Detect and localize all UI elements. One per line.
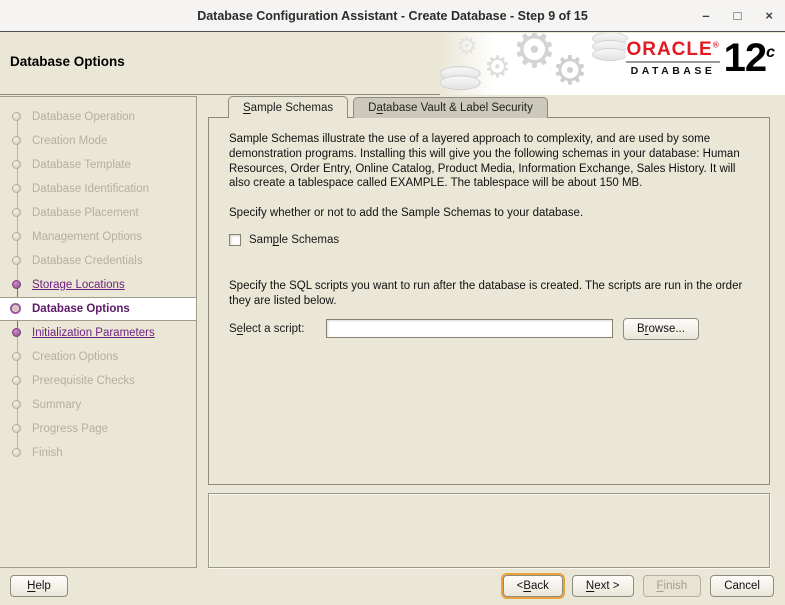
step-label: Database Identification: [32, 183, 149, 195]
close-icon[interactable]: ×: [765, 0, 773, 32]
select-script-label: Select a script:: [229, 322, 305, 335]
step-label: Prerequisite Checks: [32, 375, 135, 387]
window-titlebar: Database Configuration Assistant - Creat…: [0, 0, 785, 32]
sidebar-steps: Database Operation Creation Mode Database …: [0, 97, 196, 465]
page-title: Database Options: [10, 54, 125, 69]
sample-schemas-checkbox-row[interactable]: Sample Schemas: [229, 233, 340, 246]
step-label: Finish: [32, 447, 63, 459]
version-12c: 12c: [723, 36, 775, 81]
sidebar-step-database-operation: Database Operation: [0, 105, 196, 129]
step-label: Creation Mode: [32, 135, 108, 147]
sample-schemas-panel: Sample Schemas illustrate the use of a l…: [208, 117, 770, 485]
sidebar-step-database-identification: Database Identification: [0, 177, 196, 201]
window-title: Database Configuration Assistant - Creat…: [197, 8, 588, 23]
gear-icon: ⚙: [484, 51, 511, 84]
help-button[interactable]: Help: [10, 575, 68, 597]
step-bullet-icon: [12, 256, 21, 265]
database-cylinder-icon: [592, 33, 628, 61]
step-bullet-icon: [12, 448, 21, 457]
step-bullet-icon: [12, 160, 21, 169]
sidebar-step-creation-mode: Creation Mode: [0, 129, 196, 153]
step-label: Creation Options: [32, 351, 119, 363]
sidebar-step-storage-locations[interactable]: Storage Locations: [0, 273, 196, 297]
sidebar-step-database-template: Database Template: [0, 153, 196, 177]
sample-schemas-checkbox[interactable]: [229, 233, 241, 246]
options-tabbar: Sample Schemas Da tabase Vault & Label Se…: [228, 96, 548, 118]
sidebar-step-database-options: Database Options: [0, 297, 196, 321]
step-label: Database Credentials: [32, 255, 143, 267]
message-area: [208, 493, 770, 568]
step-bullet-icon: [10, 303, 21, 314]
logo-divider: [626, 61, 720, 63]
tab-sample-schemas[interactable]: Sample Schemas: [228, 96, 349, 118]
cancel-button[interactable]: Cancel: [710, 575, 774, 597]
step-label: Summary: [32, 399, 82, 411]
step-bullet-icon: [12, 376, 21, 385]
step-bullet-icon: [12, 136, 21, 145]
step-label: Initialization Parameters: [32, 327, 155, 339]
step-bullet-icon: [12, 232, 21, 241]
sidebar-step-progress-page: Progress Page: [0, 417, 196, 441]
wizard-footer: Help < Back Next > Finish Cancel: [0, 568, 785, 605]
step-label: Progress Page: [32, 423, 109, 435]
scripts-description: Specify the SQL scripts you want to run …: [229, 279, 743, 307]
gear-icon: ⚙: [512, 33, 557, 78]
database-wordmark: DATABASE: [630, 65, 716, 77]
wizard-header: Database Options ⚙ ⚙ ⚙ ⚙ ORACLE® DATABAS…: [0, 33, 785, 95]
finish-button: Finish: [642, 575, 702, 597]
minimize-icon[interactable]: –: [702, 0, 709, 32]
database-cylinder-icon: [440, 66, 481, 91]
sample-schemas-checkbox-label: Sample Schemas: [249, 233, 340, 246]
step-bullet-icon: [12, 352, 21, 361]
sidebar-step-creation-options: Creation Options: [0, 345, 196, 369]
oracle-wordmark: ORACLE®: [626, 39, 720, 60]
step-label: Database Placement: [32, 207, 139, 219]
tab-database-vault-label-security[interactable]: Da tabase Vault & Label Security: [353, 97, 548, 118]
step-label: Management Options: [32, 231, 142, 243]
sidebar-step-database-placement: Database Placement: [0, 201, 196, 225]
next-button[interactable]: Next >: [571, 575, 634, 597]
wizard-steps-sidebar: Database Operation Creation Mode Database …: [0, 96, 197, 568]
sidebar-step-finish: Finish: [0, 441, 196, 465]
script-path-input[interactable]: [326, 319, 613, 339]
step-bullet-icon: [12, 280, 21, 289]
window-controls: – □ ×: [702, 0, 773, 32]
sidebar-step-prerequisite-checks: Prerequisite Checks: [0, 369, 196, 393]
sample-schemas-description: Sample Schemas illustrate the use of a l…: [229, 133, 740, 190]
step-bullet-icon: [12, 112, 21, 121]
select-script-row: Select a script: Br owse...: [229, 317, 749, 340]
step-label: Database Template: [32, 159, 131, 171]
sample-schemas-instruction: Specify whether or not to add the Sample…: [229, 207, 584, 220]
step-bullet-icon: [12, 400, 21, 409]
sidebar-step-summary: Summary: [0, 393, 196, 417]
sidebar-step-database-credentials: Database Credentials: [0, 249, 196, 273]
gear-icon: ⚙: [552, 49, 588, 93]
brand-graphic-area: ⚙ ⚙ ⚙ ⚙ ORACLE® DATABASE 12c: [440, 33, 785, 95]
step-bullet-icon: [12, 328, 21, 337]
navigation-buttons: < Back Next > Finish Cancel: [502, 575, 774, 597]
browse-button[interactable]: Br owse...: [623, 317, 699, 340]
step-bullet-icon: [12, 208, 21, 217]
gear-icon: ⚙: [456, 33, 478, 60]
oracle-database-12c-logo: ORACLE® DATABASE 12c: [626, 36, 775, 81]
step-label: Database Operation: [32, 111, 135, 123]
maximize-icon[interactable]: □: [734, 0, 742, 32]
step-label: Storage Locations: [32, 279, 125, 291]
sidebar-step-management-options: Management Options: [0, 225, 196, 249]
step-bullet-icon: [12, 184, 21, 193]
sidebar-step-initialization-parameters[interactable]: Initialization Parameters: [0, 321, 196, 345]
step-label: Database Options: [32, 303, 130, 315]
back-button[interactable]: < Back: [502, 575, 563, 597]
step-bullet-icon: [12, 424, 21, 433]
